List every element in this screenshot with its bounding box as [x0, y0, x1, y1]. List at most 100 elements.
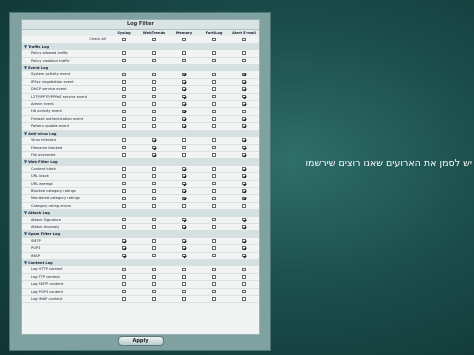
log-checkbox[interactable]	[152, 145, 156, 150]
log-checkbox[interactable]	[122, 181, 126, 186]
log-checkbox[interactable]	[242, 94, 246, 99]
log-checkbox[interactable]	[152, 109, 156, 114]
log-checkbox[interactable]	[152, 124, 156, 129]
log-checkbox[interactable]	[242, 275, 246, 279]
log-checkbox[interactable]	[212, 94, 216, 99]
log-checkbox[interactable]	[122, 94, 126, 99]
log-checkbox[interactable]	[182, 196, 186, 201]
log-checkbox[interactable]	[182, 238, 186, 243]
log-checkbox[interactable]	[122, 51, 126, 56]
log-checkbox[interactable]	[122, 267, 126, 272]
log-checkbox[interactable]	[122, 246, 126, 250]
check-all-checkbox[interactable]	[122, 37, 126, 42]
log-checkbox[interactable]	[152, 87, 156, 92]
log-checkbox[interactable]	[122, 225, 126, 229]
log-checkbox[interactable]	[182, 297, 186, 301]
log-checkbox[interactable]	[212, 58, 216, 63]
log-checkbox[interactable]	[122, 87, 126, 92]
log-checkbox[interactable]	[182, 181, 186, 186]
log-checkbox[interactable]	[212, 267, 216, 272]
log-checkbox[interactable]	[212, 246, 216, 250]
log-checkbox[interactable]	[182, 166, 186, 171]
log-checkbox[interactable]	[182, 51, 186, 56]
log-checkbox[interactable]	[182, 117, 186, 121]
log-checkbox[interactable]	[122, 297, 126, 301]
log-checkbox[interactable]	[242, 203, 246, 208]
log-checkbox[interactable]	[122, 109, 126, 114]
log-checkbox[interactable]	[152, 174, 156, 178]
log-checkbox[interactable]	[242, 51, 246, 56]
check-all-checkbox[interactable]	[242, 37, 246, 42]
log-checkbox[interactable]	[182, 225, 186, 229]
log-checkbox[interactable]	[182, 189, 186, 193]
log-checkbox[interactable]	[212, 166, 216, 171]
log-checkbox[interactable]	[212, 253, 216, 258]
log-checkbox[interactable]	[182, 174, 186, 178]
log-checkbox[interactable]	[212, 102, 216, 106]
log-checkbox[interactable]	[212, 203, 216, 208]
log-checkbox[interactable]	[122, 166, 126, 171]
log-checkbox[interactable]	[242, 153, 246, 157]
log-checkbox[interactable]	[212, 289, 216, 294]
log-checkbox[interactable]	[152, 196, 156, 201]
log-checkbox[interactable]	[182, 80, 186, 84]
collapse-arrow-icon[interactable]: ▼	[24, 44, 27, 49]
log-checkbox[interactable]	[242, 109, 246, 114]
log-checkbox[interactable]	[152, 289, 156, 294]
log-checkbox[interactable]	[182, 153, 186, 157]
log-checkbox[interactable]	[242, 87, 246, 92]
log-checkbox[interactable]	[152, 225, 156, 229]
log-checkbox[interactable]	[152, 94, 156, 99]
log-checkbox[interactable]	[182, 138, 186, 142]
log-checkbox[interactable]	[212, 145, 216, 150]
log-checkbox[interactable]	[122, 124, 126, 129]
collapse-arrow-icon[interactable]: ▼	[24, 231, 27, 236]
log-checkbox[interactable]	[152, 217, 156, 222]
log-checkbox[interactable]	[182, 267, 186, 272]
log-checkbox[interactable]	[212, 225, 216, 229]
log-checkbox[interactable]	[122, 153, 126, 157]
log-checkbox[interactable]	[122, 102, 126, 106]
check-all-checkbox[interactable]	[152, 37, 156, 42]
check-all-checkbox[interactable]	[212, 37, 216, 42]
log-checkbox[interactable]	[182, 217, 186, 222]
log-checkbox[interactable]	[212, 217, 216, 222]
log-checkbox[interactable]	[182, 282, 186, 287]
log-checkbox[interactable]	[212, 174, 216, 178]
log-checkbox[interactable]	[242, 181, 246, 186]
log-checkbox[interactable]	[212, 117, 216, 121]
collapse-arrow-icon[interactable]: ▼	[24, 131, 27, 136]
log-checkbox[interactable]	[242, 145, 246, 150]
log-checkbox[interactable]	[242, 238, 246, 243]
log-checkbox[interactable]	[212, 181, 216, 186]
log-checkbox[interactable]	[212, 72, 216, 77]
log-checkbox[interactable]	[152, 117, 156, 121]
log-checkbox[interactable]	[212, 124, 216, 129]
log-checkbox[interactable]	[242, 297, 246, 301]
log-checkbox[interactable]	[182, 124, 186, 129]
log-checkbox[interactable]	[182, 94, 186, 99]
collapse-arrow-icon[interactable]: ▼	[24, 159, 27, 164]
log-checkbox[interactable]	[152, 297, 156, 301]
log-checkbox[interactable]	[242, 58, 246, 63]
log-checkbox[interactable]	[152, 51, 156, 56]
log-checkbox[interactable]	[122, 174, 126, 178]
log-checkbox[interactable]	[242, 217, 246, 222]
log-checkbox[interactable]	[182, 72, 186, 77]
log-checkbox[interactable]	[122, 282, 126, 287]
log-checkbox[interactable]	[182, 145, 186, 150]
log-checkbox[interactable]	[152, 102, 156, 106]
log-checkbox[interactable]	[242, 282, 246, 287]
log-checkbox[interactable]	[152, 153, 156, 157]
log-checkbox[interactable]	[182, 109, 186, 114]
log-checkbox[interactable]	[152, 267, 156, 272]
log-checkbox[interactable]	[122, 196, 126, 201]
log-checkbox[interactable]	[212, 297, 216, 301]
log-checkbox[interactable]	[152, 238, 156, 243]
log-checkbox[interactable]	[122, 238, 126, 243]
log-checkbox[interactable]	[212, 238, 216, 243]
collapse-arrow-icon[interactable]: ▼	[24, 210, 27, 215]
log-checkbox[interactable]	[182, 289, 186, 294]
log-checkbox[interactable]	[182, 102, 186, 106]
log-checkbox[interactable]	[212, 189, 216, 193]
